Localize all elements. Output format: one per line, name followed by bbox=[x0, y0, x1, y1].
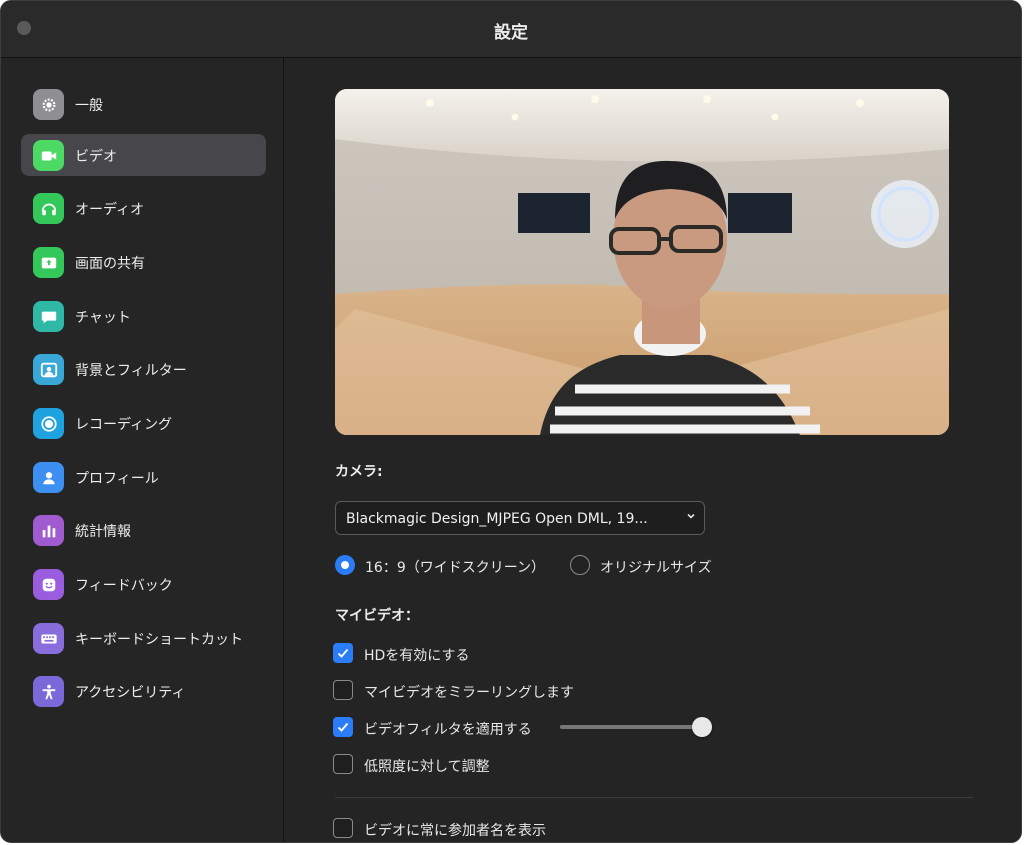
section-divider bbox=[335, 797, 973, 798]
filter-strength-thumb[interactable] bbox=[692, 717, 712, 737]
title-bar: 設定 bbox=[1, 1, 1021, 58]
sidebar-item-label: レコーディング bbox=[75, 417, 173, 433]
sidebar-item-label: キーボードショートカット bbox=[75, 632, 243, 648]
sidebar-item-label: アクセシビリティ bbox=[75, 685, 186, 701]
aspect-16-9-label[interactable]: 16：9（ワイドスクリーン） bbox=[365, 557, 545, 577]
video-settings-panel: カメラ: Blackmagic Design_MJPEG Open DML, 1… bbox=[284, 58, 1021, 842]
enable-hd-checkbox[interactable] bbox=[333, 643, 353, 663]
camera-select-value: Blackmagic Design_MJPEG Open DML, 19... bbox=[346, 511, 648, 527]
my-video-label: マイビデオ： bbox=[335, 608, 419, 624]
person-icon bbox=[33, 462, 64, 493]
checkmark-icon bbox=[337, 722, 349, 732]
sidebar-item-label: 統計情報 bbox=[75, 524, 131, 540]
settings-sidebar: 一般 ビデオ オーディオ 画面の共有 チャット 背景とフィルター レコーディング… bbox=[1, 58, 284, 842]
chevron-down-icon bbox=[687, 513, 695, 519]
camera-preview bbox=[335, 89, 949, 435]
smiley-icon bbox=[33, 569, 64, 600]
sidebar-item-label: 一般 bbox=[75, 98, 103, 114]
sidebar-item-video[interactable]: ビデオ bbox=[21, 134, 266, 176]
sidebar-item-label: 画面の共有 bbox=[75, 256, 145, 272]
sidebar-item-label: チャット bbox=[75, 310, 131, 326]
chat-bubble-icon bbox=[33, 301, 64, 332]
sidebar-item-general[interactable]: 一般 bbox=[21, 83, 266, 125]
accessibility-icon bbox=[33, 676, 64, 707]
enable-hd-label[interactable]: HDを有効にする bbox=[364, 645, 469, 665]
record-icon bbox=[33, 408, 64, 439]
camera-select[interactable]: Blackmagic Design_MJPEG Open DML, 19... bbox=[335, 501, 705, 535]
video-filter-label[interactable]: ビデオフィルタを適用する bbox=[364, 719, 532, 739]
mirror-video-checkbox[interactable] bbox=[333, 680, 353, 700]
show-names-checkbox[interactable] bbox=[333, 818, 353, 838]
low-light-label[interactable]: 低照度に対して調整 bbox=[364, 756, 490, 776]
sidebar-item-keyboard-shortcuts[interactable]: キーボードショートカット bbox=[21, 617, 266, 659]
aspect-original-label[interactable]: オリジナルサイズ bbox=[600, 557, 712, 577]
sidebar-item-chat[interactable]: チャット bbox=[21, 295, 266, 337]
sidebar-item-background-filters[interactable]: 背景とフィルター bbox=[21, 348, 266, 390]
filter-strength-fill bbox=[560, 725, 702, 729]
sidebar-item-screen-share[interactable]: 画面の共有 bbox=[21, 241, 266, 283]
sidebar-item-feedback[interactable]: フィードバック bbox=[21, 563, 266, 605]
sidebar-item-label: プロフィール bbox=[75, 471, 159, 487]
aspect-original-radio[interactable] bbox=[570, 555, 590, 575]
mirror-video-label[interactable]: マイビデオをミラーリングします bbox=[364, 682, 574, 702]
sidebar-item-accessibility[interactable]: アクセシビリティ bbox=[21, 670, 266, 712]
camera-label: カメラ: bbox=[335, 464, 383, 480]
bar-chart-icon bbox=[33, 515, 64, 546]
sidebar-item-statistics[interactable]: 統計情報 bbox=[21, 509, 266, 551]
sidebar-item-label: ビデオ bbox=[75, 149, 117, 165]
sidebar-item-label: 背景とフィルター bbox=[75, 363, 187, 379]
low-light-checkbox[interactable] bbox=[333, 754, 353, 774]
share-screen-icon bbox=[33, 247, 64, 278]
window-title: 設定 bbox=[494, 23, 528, 43]
show-names-label[interactable]: ビデオに常に参加者名を表示 bbox=[364, 820, 546, 840]
sidebar-item-label: オーディオ bbox=[75, 202, 145, 218]
video-filter-checkbox[interactable] bbox=[333, 717, 353, 737]
gear-icon bbox=[33, 89, 64, 120]
video-camera-icon bbox=[33, 140, 64, 171]
checkmark-icon bbox=[337, 648, 349, 658]
camera-preview-image bbox=[335, 89, 949, 435]
background-portrait-icon bbox=[33, 354, 64, 385]
settings-window: 設定 一般 ビデオ オーディオ 画面の共有 チャット 背景とフィルター レコーデ… bbox=[0, 0, 1022, 843]
sidebar-item-audio[interactable]: オーディオ bbox=[21, 187, 266, 229]
sidebar-item-label: フィードバック bbox=[75, 578, 173, 594]
sidebar-item-profile[interactable]: プロフィール bbox=[21, 456, 266, 498]
aspect-16-9-radio[interactable] bbox=[335, 555, 355, 575]
keyboard-icon bbox=[33, 623, 64, 654]
sidebar-item-recording[interactable]: レコーディング bbox=[21, 402, 266, 444]
headphones-icon bbox=[33, 193, 64, 224]
filter-strength-slider[interactable] bbox=[560, 717, 712, 737]
